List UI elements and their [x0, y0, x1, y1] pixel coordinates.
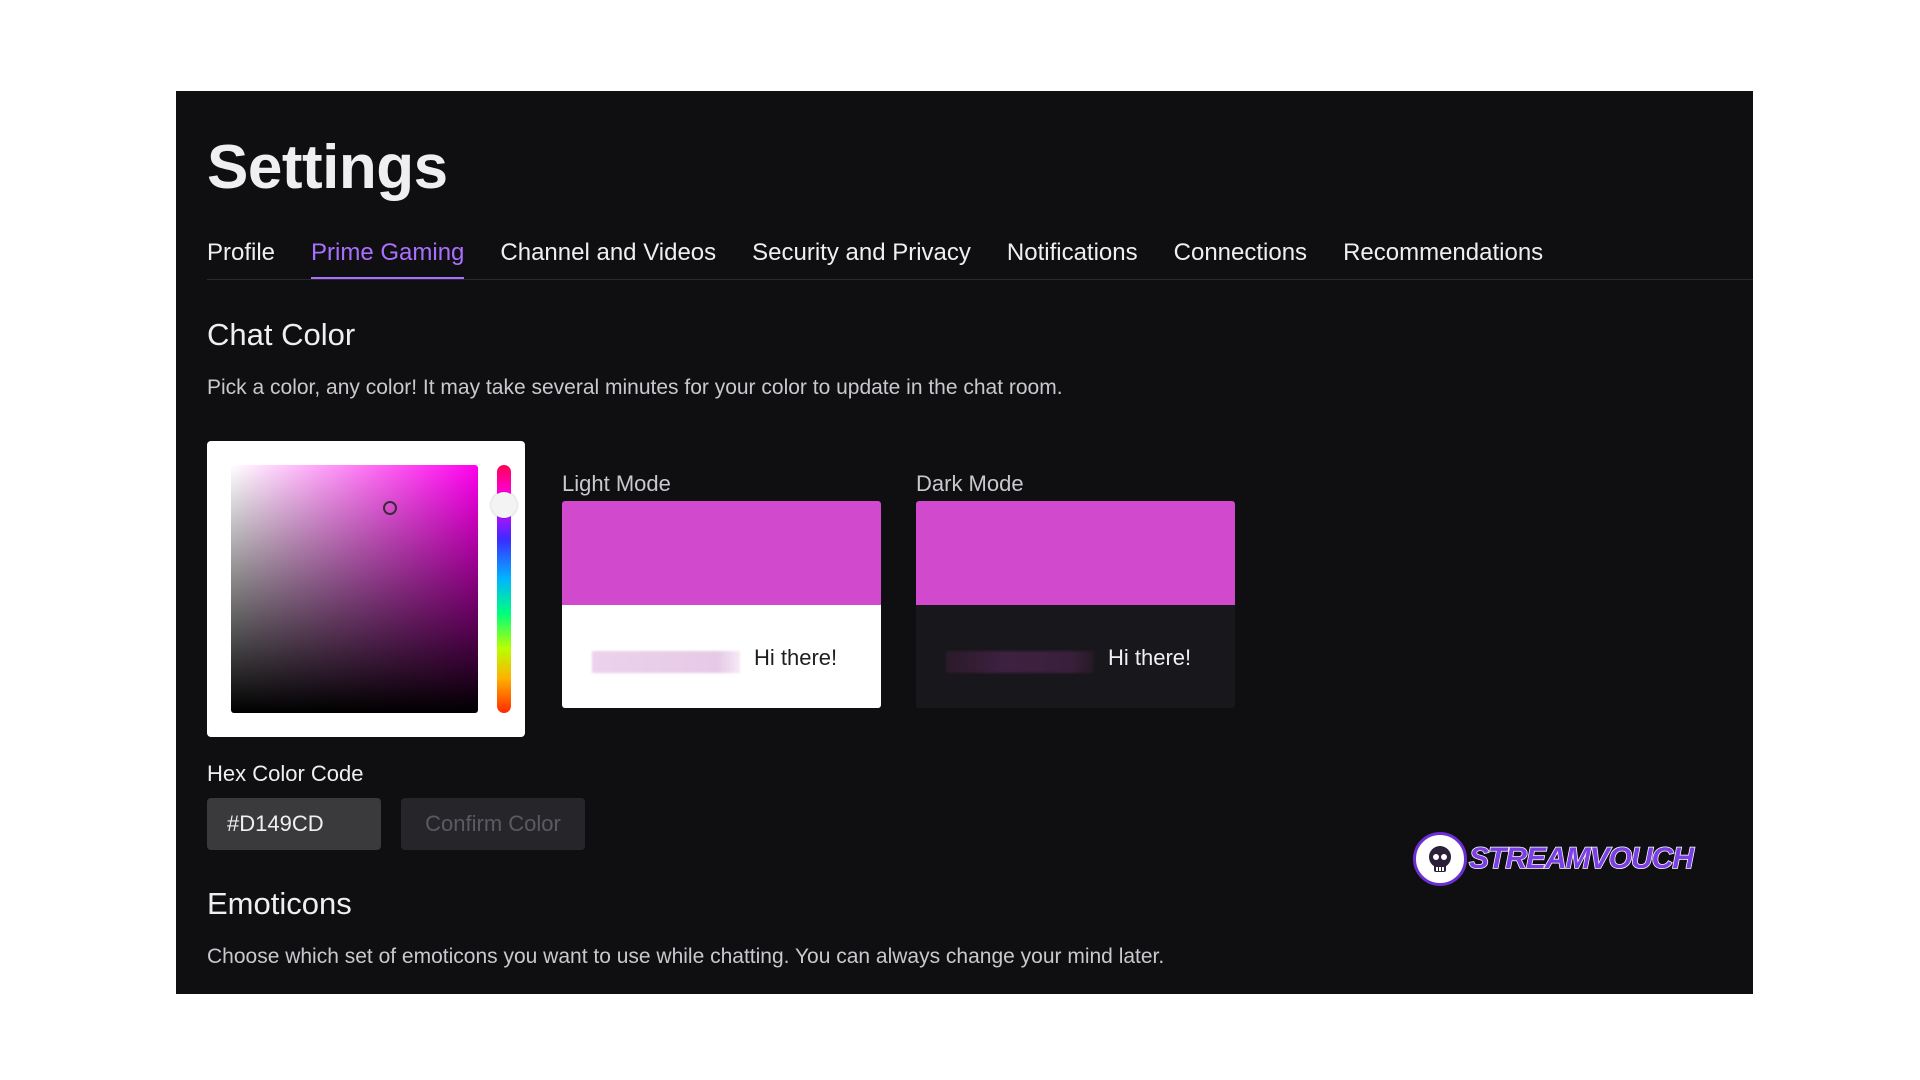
emoticons-description: Choose which set of emoticons you want t… [207, 945, 1165, 968]
light-mode-swatch [562, 501, 881, 605]
dark-mode-chat-line: Hi there! [916, 605, 1235, 708]
hue-slider-handle[interactable] [491, 492, 517, 518]
tab-prime-gaming[interactable]: Prime Gaming [311, 239, 465, 279]
tab-notifications[interactable]: Notifications [1007, 239, 1138, 277]
light-mode-preview: Hi there! [562, 501, 881, 708]
watermark-text: STREAMVOUCH [1468, 842, 1695, 875]
hex-color-label: Hex Color Code [207, 761, 364, 786]
dark-mode-label: Dark Mode [916, 471, 1024, 496]
blurred-username [592, 651, 740, 673]
light-mode-chat-line: Hi there! [562, 605, 881, 708]
chat-color-heading: Chat Color [207, 317, 356, 352]
dark-mode-swatch [916, 501, 1235, 605]
tab-profile[interactable]: Profile [207, 239, 275, 277]
light-mode-message: Hi there! [754, 645, 838, 670]
dark-mode-message: Hi there! [1108, 645, 1192, 670]
streamvouch-watermark: STREAMVOUCH [1413, 831, 1695, 887]
tab-channel-and-videos[interactable]: Channel and Videos [500, 239, 716, 277]
confirm-color-button[interactable]: Confirm Color [401, 798, 585, 850]
settings-window: Settings Profile Prime Gaming Channel an… [176, 91, 1753, 994]
saturation-value-area[interactable] [231, 465, 478, 713]
hex-color-input[interactable] [207, 798, 381, 850]
color-picker [207, 441, 525, 737]
page-title: Settings [207, 133, 448, 202]
tab-connections[interactable]: Connections [1174, 239, 1307, 277]
dark-mode-preview: Hi there! [916, 501, 1235, 708]
blurred-username [946, 651, 1094, 673]
emoticons-heading: Emoticons [207, 886, 352, 921]
saturation-handle[interactable] [383, 501, 397, 515]
tab-security-and-privacy[interactable]: Security and Privacy [752, 239, 971, 277]
chat-color-description: Pick a color, any color! It may take sev… [207, 376, 1063, 399]
light-mode-label: Light Mode [562, 471, 671, 496]
skull-icon [1413, 832, 1467, 886]
tab-recommendations[interactable]: Recommendations [1343, 239, 1543, 277]
settings-tabs: Profile Prime Gaming Channel and Videos … [207, 239, 1753, 280]
